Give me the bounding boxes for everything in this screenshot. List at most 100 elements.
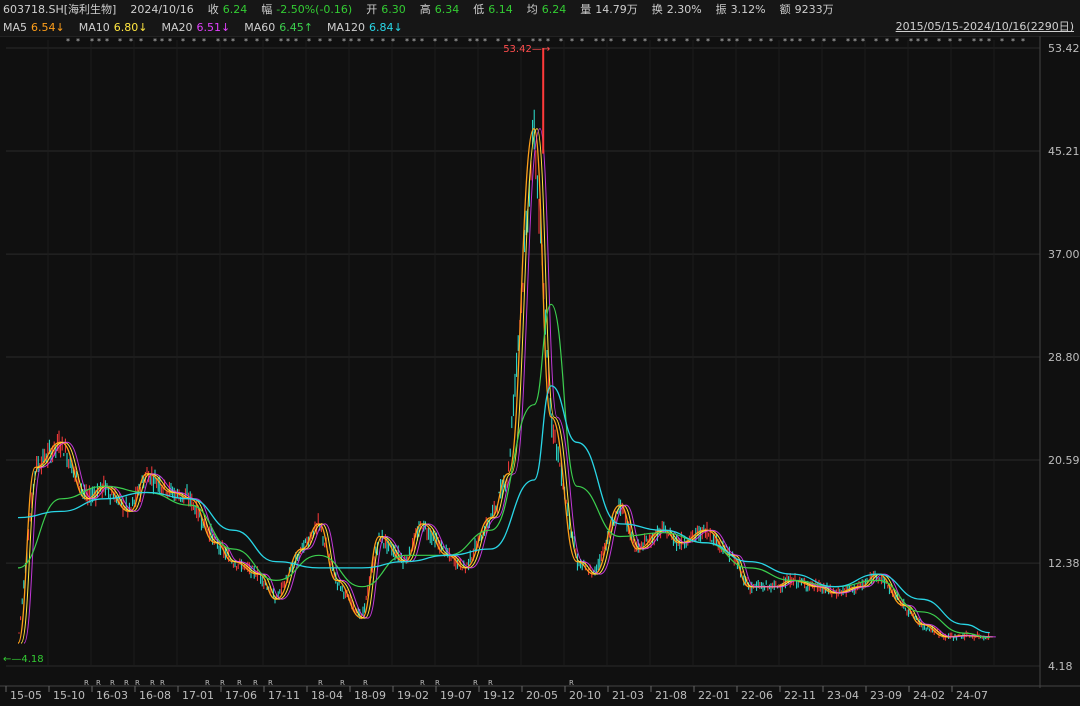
event-star: * — [97, 37, 101, 46]
event-r-marker: R — [488, 679, 493, 687]
event-star: * — [139, 37, 143, 46]
event-r-marker: R — [253, 679, 258, 687]
event-star: * — [90, 37, 94, 46]
event-star: * — [633, 37, 637, 46]
event-star: * — [987, 37, 991, 46]
ma120-label[interactable]: MA120 — [327, 21, 365, 34]
event-r-marker: R — [110, 679, 115, 687]
event-star: * — [916, 37, 920, 46]
x-tick-label: 15-10 — [53, 689, 85, 702]
event-r-marker: R — [473, 679, 478, 687]
event-r-marker: R — [124, 679, 129, 687]
change-value: -2.50%(-0.16) — [276, 2, 353, 16]
x-tick-label: 22-01 — [698, 689, 730, 702]
event-star: * — [622, 37, 626, 46]
ma20-value: 6.51↓ — [196, 20, 231, 34]
x-tick-label: 24-02 — [913, 689, 945, 702]
grid-lines — [0, 36, 1080, 688]
event-star: * — [1011, 37, 1015, 46]
ma120-value: 6.84↓ — [368, 20, 403, 34]
event-star: * — [594, 37, 598, 46]
ma10-label[interactable]: MA10 — [79, 21, 110, 34]
event-r-marker: R — [84, 679, 89, 687]
x-tick-label: 17-01 — [182, 689, 214, 702]
event-r-marker: R — [268, 679, 273, 687]
event-r-marker: R — [340, 679, 345, 687]
y-tick-label: 53.42 — [1048, 42, 1080, 55]
avg-label: 均 — [526, 3, 538, 16]
event-r-marker: R — [205, 679, 210, 687]
event-star: * — [727, 37, 731, 46]
x-tick-label: 21-03 — [612, 689, 644, 702]
x-tick-label: 21-08 — [655, 689, 687, 702]
event-star: * — [580, 37, 584, 46]
ma5-label[interactable]: MA5 — [3, 21, 27, 34]
event-star: * — [643, 37, 647, 46]
open-label: 开 — [366, 3, 378, 16]
date-range-link[interactable]: 2015/05/15-2024/10/16(2290日) — [896, 18, 1074, 36]
event-star: * — [706, 37, 710, 46]
ma60-label[interactable]: MA60 — [244, 21, 275, 34]
x-tick-label: 17-06 — [225, 689, 257, 702]
y-tick-label: 20.59 — [1048, 454, 1080, 467]
open-value: 6.30 — [381, 2, 406, 16]
amount-label: 额 — [779, 3, 791, 16]
ma20-label[interactable]: MA20 — [161, 21, 192, 34]
event-r-marker: R — [135, 679, 140, 687]
event-star: * — [454, 37, 458, 46]
event-star: * — [181, 37, 185, 46]
x-axis-ticks: 15-05 15-10 16-03 16-08 17-01 17-06 17-11 18-04… — [5, 686, 988, 702]
event-star: * — [672, 37, 676, 46]
event-star: * — [433, 37, 437, 46]
event-star: * — [769, 37, 773, 46]
event-star: * — [720, 37, 724, 46]
event-star: * — [885, 37, 889, 46]
event-star: * — [531, 37, 535, 46]
event-star: * — [559, 37, 563, 46]
x-tick-label: 17-11 — [268, 689, 300, 702]
amplitude-label: 振 — [715, 3, 727, 16]
event-star: * — [294, 37, 298, 46]
x-tick-label: 20-05 — [526, 689, 558, 702]
event-star: * — [507, 37, 511, 46]
x-tick-label: 18-09 — [354, 689, 386, 702]
event-star: * — [244, 37, 248, 46]
event-r-marker: R — [318, 679, 323, 687]
event-star: * — [405, 37, 409, 46]
price-chart[interactable]: 53.42 45.21 37.00 28.80 20.59 12.38 4.18 15-05… — [0, 0, 1080, 706]
x-tick-label: 19-02 — [397, 689, 429, 702]
event-star: * — [759, 37, 763, 46]
event-star: * — [412, 37, 416, 46]
event-r-marker: R — [420, 679, 425, 687]
low-value: 6.14 — [488, 2, 513, 16]
x-tick-label: 22-11 — [784, 689, 816, 702]
event-star: * — [381, 37, 385, 46]
event-star: * — [1000, 37, 1004, 46]
turnover-label: 换 — [651, 3, 663, 16]
y-tick-label: 37.00 — [1048, 248, 1080, 261]
event-star: * — [265, 37, 269, 46]
event-star: * — [496, 37, 500, 46]
y-tick-label: 12.38 — [1048, 557, 1080, 570]
event-star: * — [538, 37, 542, 46]
event-r-marker: R — [237, 679, 242, 687]
event-star: * — [391, 37, 395, 46]
stock-code[interactable]: 603718.SH[海利生物] — [3, 1, 116, 17]
x-tick-label: 23-09 — [870, 689, 902, 702]
event-star: * — [822, 37, 826, 46]
event-star: * — [895, 37, 899, 46]
ma5-value: 6.54↓ — [31, 20, 65, 34]
event-star: * — [118, 37, 122, 46]
event-star: * — [972, 37, 976, 46]
event-star: * — [370, 37, 374, 46]
event-star: * — [342, 37, 346, 46]
volume-label: 量 — [580, 3, 592, 16]
event-star: * — [783, 37, 787, 46]
event-r-marker: R — [220, 679, 225, 687]
event-r-marker: R — [363, 679, 368, 687]
x-tick-label: 22-06 — [741, 689, 773, 702]
high-value: 6.34 — [434, 2, 460, 16]
event-star: * — [570, 37, 574, 46]
event-star: * — [279, 37, 283, 46]
event-star: * — [909, 37, 913, 46]
